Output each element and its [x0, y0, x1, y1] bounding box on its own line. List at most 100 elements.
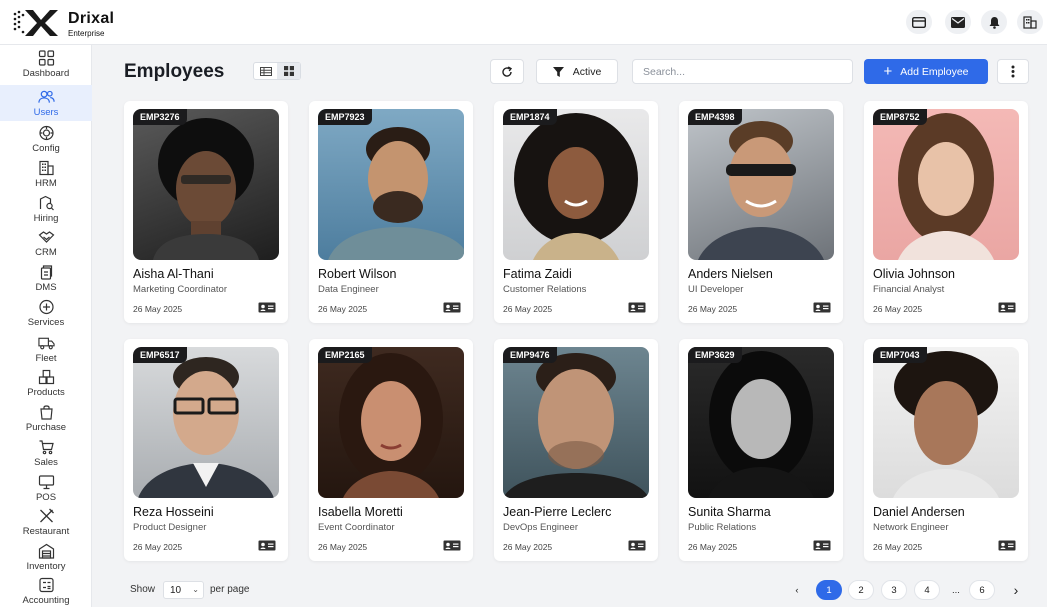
employee-role: Financial Analyst — [873, 284, 945, 295]
employee-card[interactable]: EMP7043 Daniel Andersen Network Engineer… — [864, 339, 1028, 561]
sidebar-item-accounting[interactable]: Accounting — [0, 577, 92, 607]
search-input[interactable] — [632, 59, 853, 84]
employee-name: Robert Wilson — [318, 267, 397, 281]
employee-role: Marketing Coordinator — [133, 284, 227, 295]
employee-card[interactable]: EMP2165 Isabella Moretti Event Coordinat… — [309, 339, 473, 561]
mail-icon[interactable] — [945, 10, 971, 34]
services-icon — [38, 299, 54, 315]
employee-role: Network Engineer — [873, 522, 949, 533]
brand-name: Drixal — [68, 10, 115, 27]
portrait-silhouette — [153, 118, 259, 260]
sidebar-item-config[interactable]: Config — [0, 125, 92, 159]
id-card-icon[interactable] — [813, 540, 831, 551]
plus-icon: + — [883, 63, 893, 80]
employee-date: 26 May 2025 — [318, 542, 368, 552]
sidebar-item-inventory[interactable]: Inventory — [0, 543, 92, 577]
id-card-icon[interactable] — [443, 302, 461, 313]
list-view-button[interactable] — [254, 63, 277, 79]
employee-role: Data Engineer — [318, 284, 379, 295]
bag-icon — [39, 405, 53, 420]
chevron-down-icon: ⌄ — [192, 585, 199, 594]
employee-date: 26 May 2025 — [688, 304, 738, 314]
employee-card[interactable]: EMP4398 Anders Nielsen UI Developer 26 M… — [679, 101, 843, 323]
sidebar-item-label: Products — [27, 387, 65, 398]
id-card-icon[interactable] — [813, 302, 831, 313]
employee-name: Daniel Andersen — [873, 505, 965, 519]
bell-icon[interactable] — [981, 10, 1007, 34]
filter-button[interactable]: Active — [536, 59, 618, 84]
id-card-icon[interactable] — [998, 302, 1016, 313]
warehouse-icon — [38, 543, 54, 559]
prev-page-button[interactable]: ‹ — [784, 580, 810, 600]
employee-id-badge: EMP3276 — [133, 109, 187, 125]
show-label: Show — [130, 584, 156, 595]
per-page-select[interactable]: 10 ⌄ — [163, 581, 204, 599]
sidebar-item-restaurant[interactable]: Restaurant — [0, 508, 92, 542]
employee-name: Isabella Moretti — [318, 505, 403, 519]
page-button-6[interactable]: 6 — [969, 580, 995, 600]
next-page-button[interactable]: › — [1003, 580, 1029, 600]
sidebar-item-hiring[interactable]: Hiring — [0, 195, 92, 229]
employee-card[interactable]: EMP7923 Robert Wilson Data Engineer 26 M… — [309, 101, 473, 323]
drixal-logo[interactable] — [12, 8, 62, 36]
employee-date: 26 May 2025 — [873, 304, 923, 314]
sidebar-item-sales[interactable]: Sales — [0, 439, 92, 473]
portrait-silhouette — [708, 351, 814, 498]
per-page-value: 10 — [170, 584, 182, 596]
sidebar-item-label: Restaurant — [22, 526, 70, 537]
employee-date: 26 May 2025 — [503, 542, 553, 552]
sidebar-item-products[interactable]: Products — [0, 369, 92, 403]
page-button-4[interactable]: 4 — [914, 580, 940, 600]
employee-card[interactable]: EMP6517 Reza Hosseini Product Designer 2… — [124, 339, 288, 561]
brand-subtitle: Enterprise — [68, 29, 105, 38]
employee-photo: EMP1874 — [503, 109, 649, 260]
employee-id-badge: EMP7043 — [873, 347, 927, 363]
top-bar: Drixal Enterprise — [0, 0, 1047, 45]
refresh-button[interactable] — [490, 59, 524, 84]
page-button-1[interactable]: 1 — [816, 580, 842, 600]
sidebar-item-label: Accounting — [22, 595, 70, 606]
employee-id-badge: EMP1874 — [503, 109, 557, 125]
employee-card[interactable]: EMP3276 Aisha Al-Thani Marketing Coordin… — [124, 101, 288, 323]
employee-photo: EMP2165 — [318, 347, 464, 498]
sidebar-item-users[interactable]: Users — [0, 85, 92, 121]
sidebar-item-purchase[interactable]: Purchase — [0, 404, 92, 438]
id-card-icon[interactable] — [628, 540, 646, 551]
employee-card[interactable]: EMP1874 Fatima Zaidi Customer Relations … — [494, 101, 658, 323]
sidebar-item-services[interactable]: Services — [0, 299, 92, 333]
sidebar-item-label: Users — [33, 107, 59, 118]
portrait-silhouette — [339, 353, 443, 498]
more-options-button[interactable] — [997, 59, 1029, 84]
add-employee-button[interactable]: + Add Employee — [864, 59, 988, 84]
employee-role: UI Developer — [688, 284, 744, 295]
id-card-icon[interactable] — [258, 302, 276, 313]
employee-name: Olivia Johnson — [873, 267, 955, 281]
sidebar-item-hrm[interactable]: HRM — [0, 160, 92, 194]
sidebar-item-label: CRM — [35, 247, 57, 258]
sidebar-item-fleet[interactable]: Fleet — [0, 335, 92, 369]
id-card-icon[interactable] — [998, 540, 1016, 551]
card-icon[interactable] — [906, 10, 932, 34]
sidebar-item-pos[interactable]: POS — [0, 474, 92, 508]
grid-icon — [38, 50, 54, 66]
id-card-icon[interactable] — [628, 302, 646, 313]
sidebar-item-dms[interactable]: DMS — [0, 264, 92, 298]
employee-card[interactable]: EMP3629 Sunita Sharma Public Relations 2… — [679, 339, 843, 561]
employee-date: 26 May 2025 — [318, 304, 368, 314]
grid-view-button[interactable] — [277, 63, 300, 79]
sidebar-item-crm[interactable]: CRM — [0, 229, 92, 263]
employee-name: Fatima Zaidi — [503, 267, 572, 281]
page-button-2[interactable]: 2 — [848, 580, 874, 600]
employee-card[interactable]: EMP9476 Jean-Pierre Leclerc DevOps Engin… — [494, 339, 658, 561]
id-card-icon[interactable] — [258, 540, 276, 551]
employee-card[interactable]: EMP8752 Olivia Johnson Financial Analyst… — [864, 101, 1028, 323]
more-vertical-icon — [1011, 65, 1015, 78]
id-card-icon[interactable] — [443, 540, 461, 551]
page-button-3[interactable]: 3 — [881, 580, 907, 600]
portrait-silhouette — [898, 113, 994, 260]
employee-id-badge: EMP4398 — [688, 109, 742, 125]
sidebar-item-dashboard[interactable]: Dashboard — [0, 50, 92, 84]
building-icon[interactable] — [1017, 10, 1043, 34]
employee-photo: EMP8752 — [873, 109, 1019, 260]
employee-photo: EMP4398 — [688, 109, 834, 260]
